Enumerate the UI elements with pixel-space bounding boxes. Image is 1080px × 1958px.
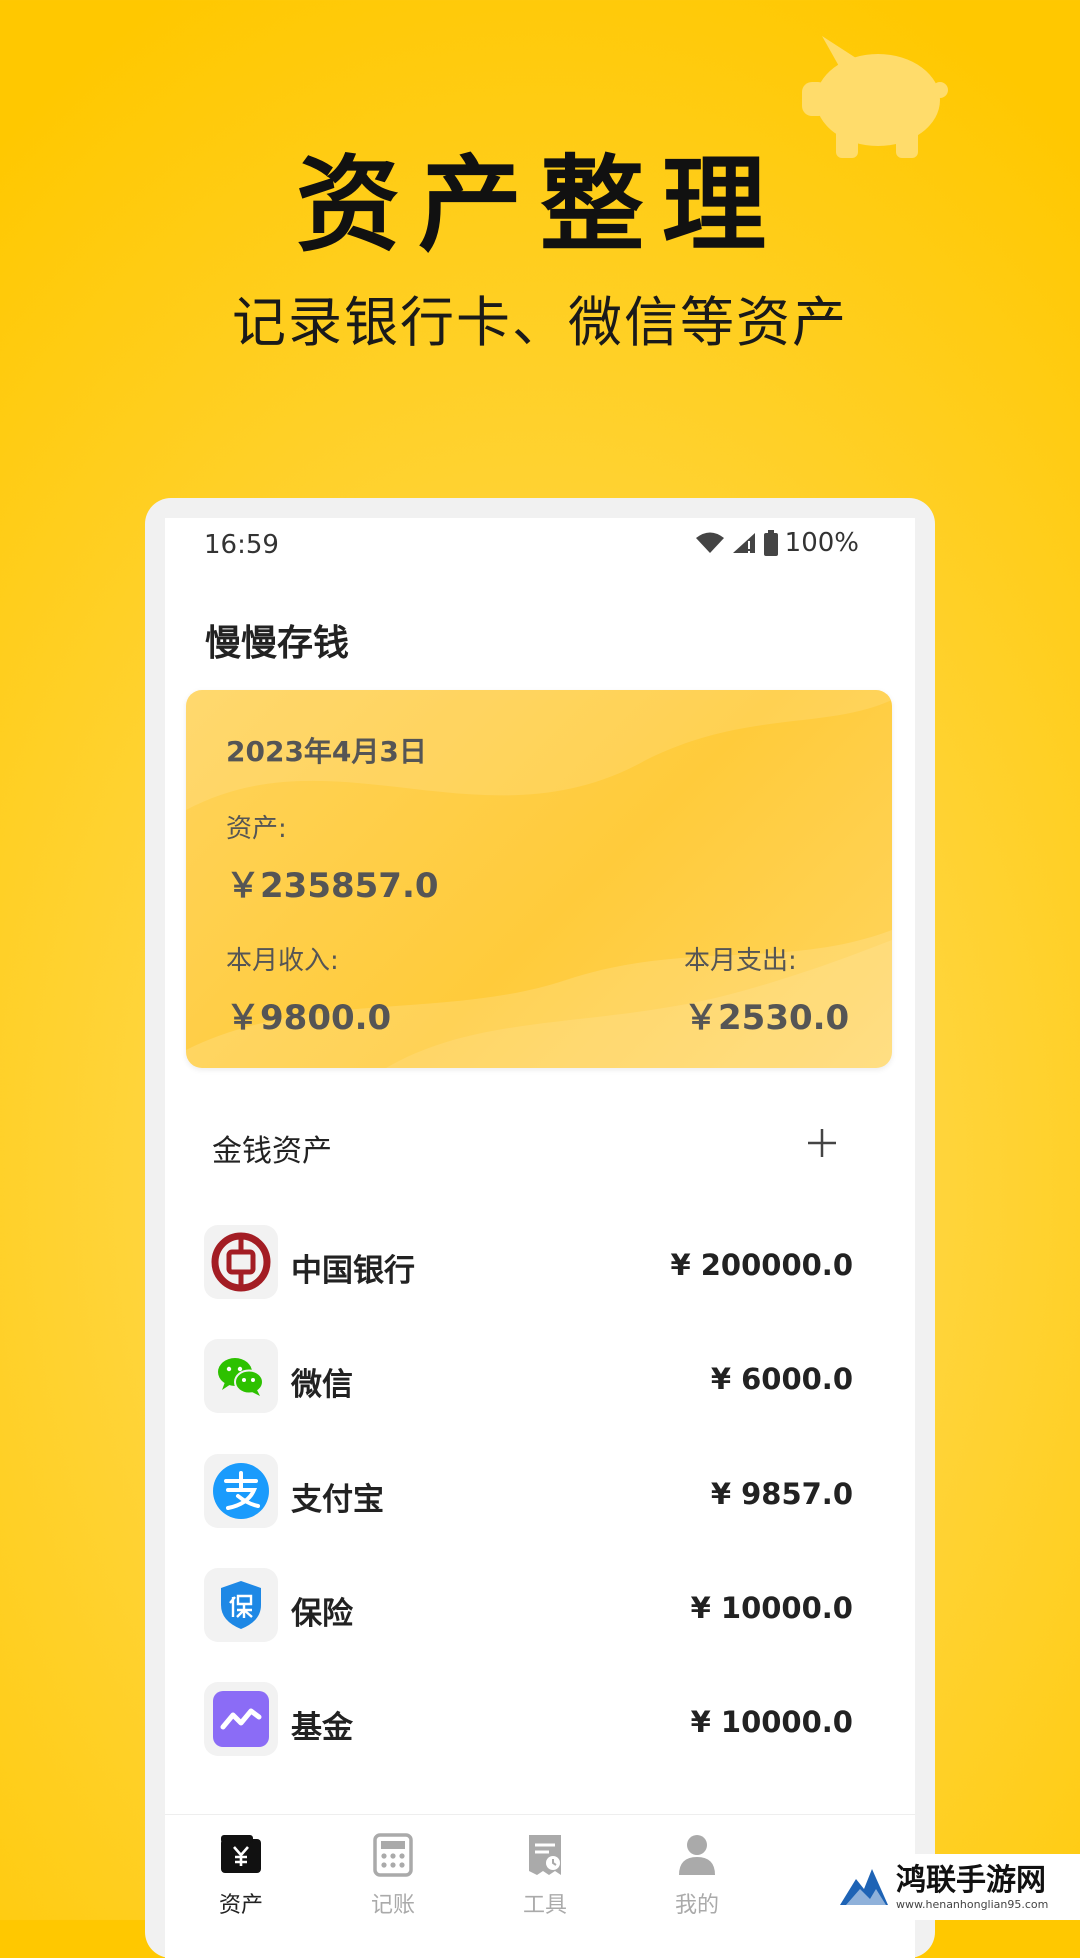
expense-value: ￥2530.0 xyxy=(684,998,850,1038)
promo-subline: 记录银行卡、微信等资产 xyxy=(232,291,848,354)
watermark-text: 鸿联手游网 www.henanhonglian95.com xyxy=(896,1862,1049,1911)
battery-icon xyxy=(763,530,778,556)
status-icons: 100% xyxy=(695,528,859,558)
bottom-tab-bar: 资产 记账 工具 我的 xyxy=(165,1814,915,1958)
asset-name: 微信 xyxy=(291,1367,353,1403)
plus-icon[interactable] xyxy=(797,1118,847,1168)
asset-name: 保险 xyxy=(291,1596,353,1632)
watermark-url: www.henanhonglian95.com xyxy=(896,1897,1049,1911)
asset-amount: ¥ 10000.0 xyxy=(690,1705,853,1739)
tab-label: 工具 xyxy=(522,1893,567,1918)
promo-headline: 资产整理 xyxy=(295,143,784,266)
tab-tools[interactable]: 工具 xyxy=(485,1815,605,1925)
tab-label: 记账 xyxy=(370,1893,415,1918)
bank-of-china-icon xyxy=(204,1225,278,1299)
summary-card[interactable]: 2023年4月3日 资产: ￥235857.0 本月收入: ￥9800.0 本月… xyxy=(186,690,892,1068)
asset-amount: ¥ 9857.0 xyxy=(710,1477,853,1511)
asset-row-wechat[interactable]: 微信 ¥ 6000.0 xyxy=(165,1329,915,1419)
fund-chart-icon xyxy=(204,1682,278,1756)
signal-icon xyxy=(732,533,755,553)
app-screen: 16:59 100% 慢慢存钱 2023年4月3日 资产: ￥235857.0 … xyxy=(165,518,915,1958)
section-title: 金钱资产 xyxy=(212,1134,332,1169)
app-title: 慢慢存钱 xyxy=(205,623,350,664)
asset-amount: ¥ 200000.0 xyxy=(670,1248,853,1282)
wifi-icon xyxy=(695,532,724,553)
asset-amount: ¥ 6000.0 xyxy=(710,1362,853,1396)
tab-assets[interactable]: 资产 xyxy=(181,1815,301,1925)
insurance-shield-icon xyxy=(204,1568,278,1642)
person-icon xyxy=(679,1835,715,1875)
watermark-title: 鸿联手游网 xyxy=(896,1862,1046,1898)
tab-label: 我的 xyxy=(674,1893,719,1918)
wechat-icon xyxy=(204,1339,278,1413)
asset-name: 中国银行 xyxy=(291,1253,415,1289)
calculator-icon xyxy=(373,1833,413,1877)
status-time: 16:59 xyxy=(204,530,279,560)
asset-name: 基金 xyxy=(291,1710,353,1746)
expense-label: 本月支出: xyxy=(684,946,797,976)
income-value: ￥9800.0 xyxy=(226,998,392,1038)
asset-label: 资产: xyxy=(226,814,287,844)
asset-value: ￥235857.0 xyxy=(226,866,439,906)
tab-mine[interactable]: 我的 xyxy=(637,1815,757,1925)
phone-frame: 16:59 100% 慢慢存钱 2023年4月3日 资产: ￥235857.0 … xyxy=(145,498,935,1958)
wallet-yen-icon xyxy=(221,1835,261,1873)
asset-amount: ¥ 10000.0 xyxy=(690,1591,853,1625)
asset-row-insurance[interactable]: 保险 ¥ 10000.0 xyxy=(165,1558,915,1648)
watermark: 鸿联手游网 www.henanhonglian95.com xyxy=(832,1854,1080,1920)
receipt-icon xyxy=(529,1835,561,1875)
card-date: 2023年4月3日 xyxy=(226,735,427,768)
alipay-icon xyxy=(204,1454,278,1528)
tab-label: 资产 xyxy=(218,1893,263,1918)
asset-row-bank-of-china[interactable]: 中国银行 ¥ 200000.0 xyxy=(165,1215,915,1305)
tab-bookkeeping[interactable]: 记账 xyxy=(333,1815,453,1925)
battery-percent: 100% xyxy=(784,528,859,558)
asset-row-alipay[interactable]: 支付宝 ¥ 9857.0 xyxy=(165,1444,915,1534)
asset-name: 支付宝 xyxy=(291,1482,384,1518)
status-bar: 16:59 100% xyxy=(165,518,915,574)
income-label: 本月收入: xyxy=(226,946,339,976)
watermark-logo-icon xyxy=(840,1869,888,1905)
asset-row-fund[interactable]: 基金 ¥ 10000.0 xyxy=(165,1672,915,1762)
